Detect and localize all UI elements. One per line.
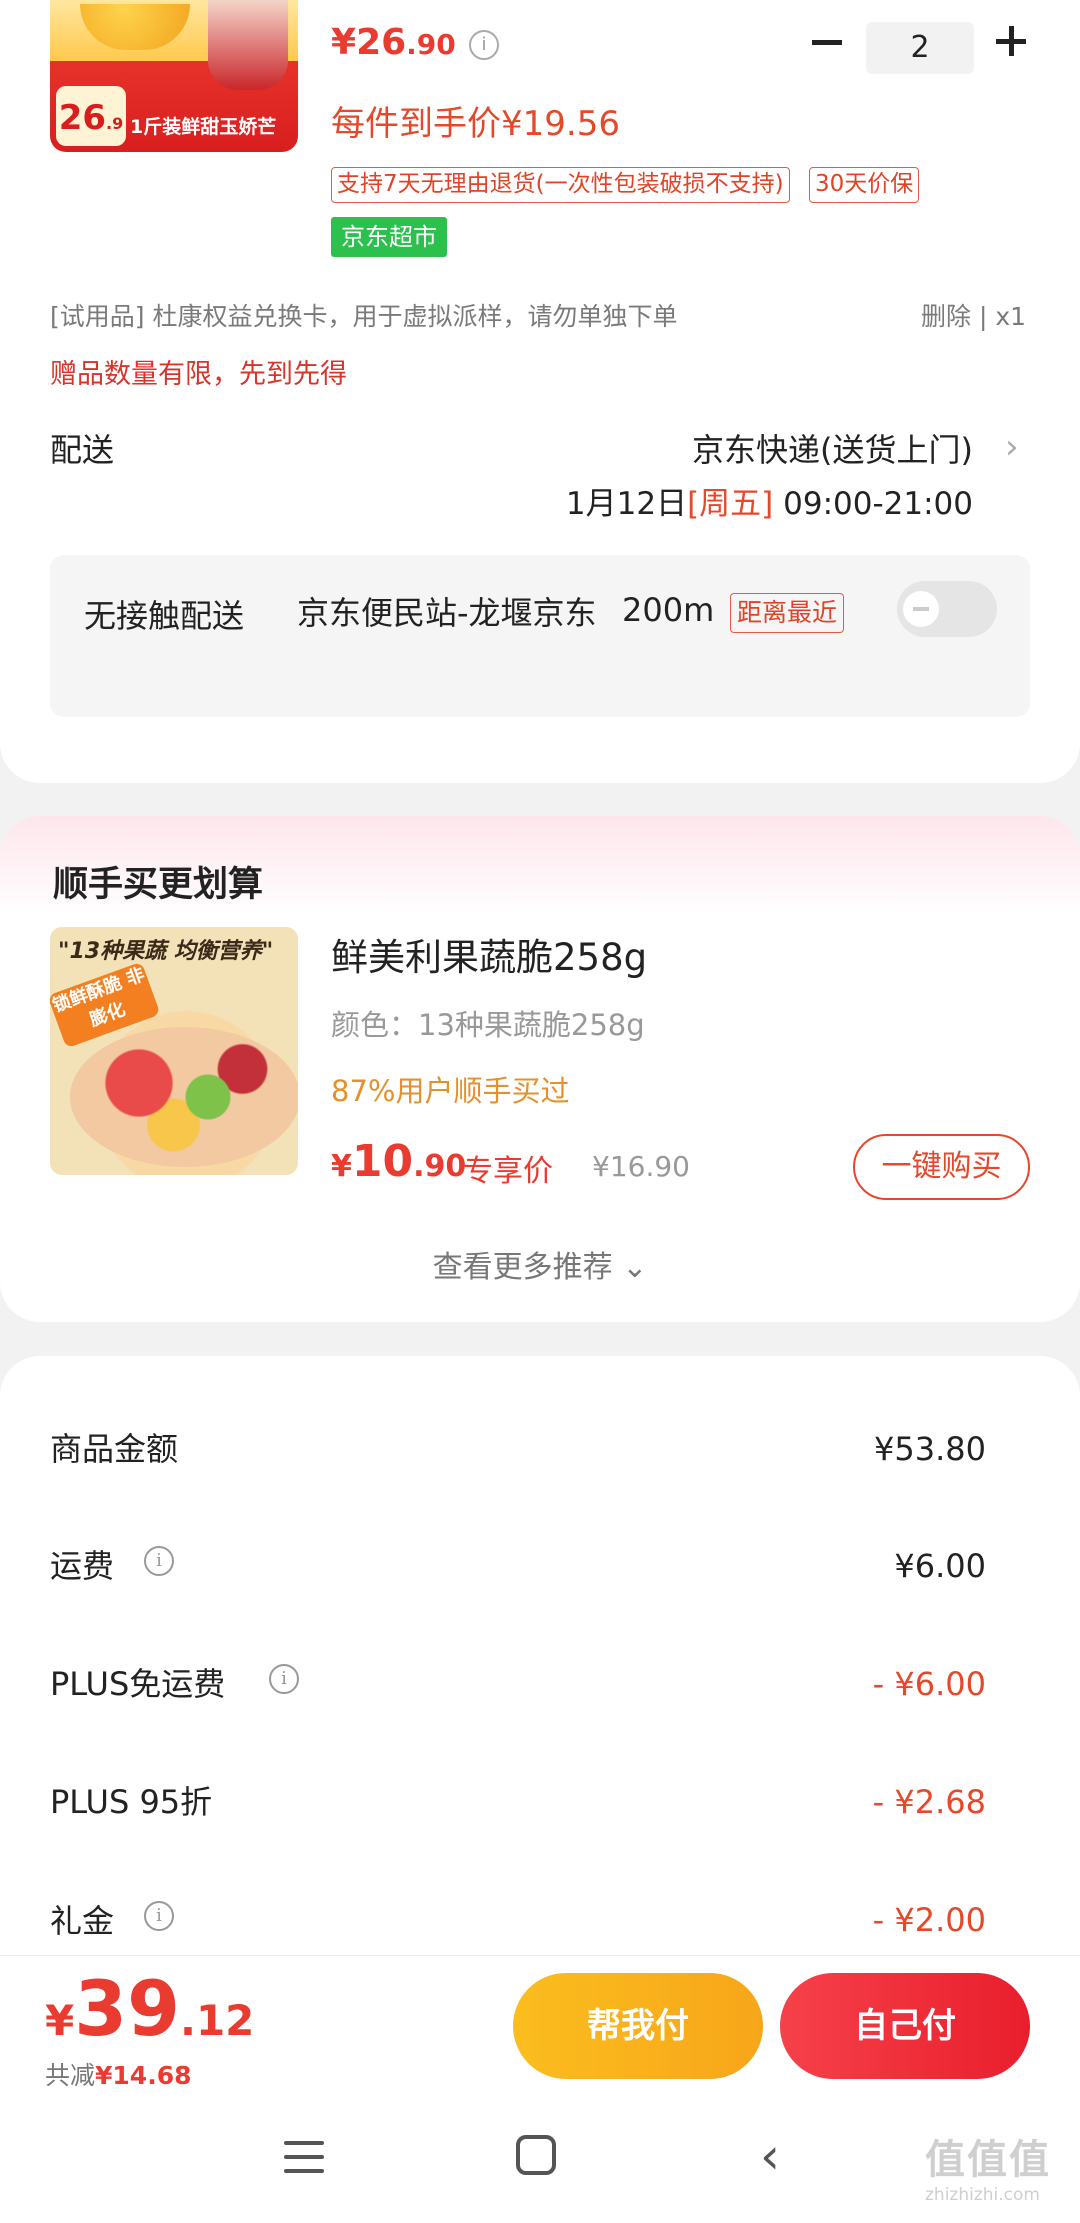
recommend-card: 顺手买更划算 "13种果蔬 均衡营养" 锁鲜酥脆 非膨化 鲜美利果蔬脆258g … [0, 816, 1080, 1322]
recommend-price: ¥10.90 [331, 1136, 467, 1187]
fee-value-plus-free-shipping: - ¥6.00 [872, 1665, 986, 1703]
fee-value-shipping: ¥6.00 [894, 1547, 986, 1585]
gift-credit-info-icon[interactable]: i [144, 1901, 174, 1931]
contactless-delivery-box: 无接触配送 京东便民站-龙堰京东 200m 距离最近 [50, 555, 1030, 717]
product-image[interactable]: 26.9 1斤装鲜甜玉娇芒 [50, 0, 298, 152]
recommend-title: 顺手买更划算 [53, 865, 264, 905]
quantity-input[interactable]: 2 [866, 22, 974, 74]
recommend-product-name[interactable]: 鲜美利果蔬脆258g [331, 927, 647, 981]
help-me-pay-button[interactable]: 帮我付 [513, 1973, 763, 2079]
shipping-info-icon[interactable]: i [144, 1546, 174, 1576]
fee-label-shipping: 运费 [50, 1547, 115, 1585]
fruit-bowl-graphic [70, 1027, 298, 1167]
gift-delete-button[interactable]: 删除 | x1 [921, 297, 1026, 333]
home-icon[interactable] [516, 2135, 556, 2175]
nearest-badge: 距离最近 [730, 593, 845, 633]
delivery-method[interactable]: 京东快递(送货上门) [692, 425, 973, 471]
fee-label-gift-credit: 礼金 [50, 1902, 115, 1940]
more-recommend-link[interactable]: 查看更多推荐 ⌄ [0, 1242, 1080, 1286]
pay-myself-button[interactable]: 自己付 [780, 1973, 1030, 2079]
total-saved: 共减¥14.68 [45, 2061, 192, 2090]
fee-summary-card: 商品金额 ¥53.80 运费 i ¥6.00 PLUS免运费 i - ¥6.00… [0, 1356, 1080, 1976]
total-price: ¥39.12 [45, 1964, 255, 2053]
fee-label-goods: 商品金额 [50, 1430, 179, 1468]
checkout-bar: ¥39.12 共减¥14.68 帮我付 自己付 [0, 1955, 1080, 2105]
quantity-plus-button[interactable] [996, 26, 1026, 56]
price-protect-tag: 30天价保 [809, 167, 920, 203]
recommend-product-spec: 颜色：13种果蔬脆258g [331, 1008, 645, 1042]
gift-limit-note: 赠品数量有限，先到先得 [50, 359, 347, 390]
chevron-right-icon[interactable]: › [1005, 427, 1019, 467]
contactless-toggle[interactable] [897, 581, 997, 637]
recommend-bought-stat: 87%用户顺手买过 [331, 1074, 570, 1108]
endorser-graphic [208, 0, 288, 90]
unit-price: 每件到手价¥19.56 [331, 104, 620, 144]
image-price-badge: 26.9 [56, 86, 126, 146]
delivery-time[interactable]: 1月12日[周五] 09:00-21:00 [566, 478, 973, 523]
back-icon[interactable]: ‹ [760, 2131, 780, 2181]
product-price: ¥26.90 [331, 22, 456, 63]
price-info-icon[interactable]: i [469, 30, 499, 60]
system-nav-bar: ‹ 值值值 zhizhizhi.com [0, 2105, 1080, 2223]
one-click-buy-button[interactable]: 一键购买 [853, 1134, 1030, 1200]
fee-value-plus-discount: - ¥2.68 [872, 1783, 986, 1821]
delivery-label: 配送 [50, 431, 115, 469]
gift-item-text: [试用品] 杜康权益兑换卡，用于虚拟派样，请勿单独下单 [50, 302, 678, 331]
exclusive-price-label: 专享价 [463, 1154, 553, 1189]
original-price: ¥16.90 [592, 1150, 690, 1183]
fee-value-goods: ¥53.80 [874, 1430, 986, 1468]
fee-value-gift-credit: - ¥2.00 [872, 1901, 986, 1939]
watermark-logo: 值值值 [925, 2137, 1051, 2183]
image-caption: "13种果蔬 均衡营养" [58, 939, 274, 964]
recent-apps-icon[interactable] [284, 2141, 324, 2175]
fee-label-plus-free-shipping: PLUS免运费 [50, 1665, 226, 1703]
watermark-url: zhizhizhi.com [925, 2185, 1040, 2205]
plus-shipping-info-icon[interactable]: i [269, 1664, 299, 1694]
order-item-card: 26.9 1斤装鲜甜玉娇芒 ¥26.90 i 2 每件到手价¥19.56 支持7… [0, 0, 1080, 783]
station-distance: 200m [622, 591, 715, 629]
quantity-minus-button[interactable] [812, 40, 842, 45]
contactless-label: 无接触配送 [84, 597, 245, 635]
mango-graphic [80, 4, 190, 50]
store-tag: 京东超市 [331, 217, 447, 257]
return-policy-tag: 支持7天无理由退货(一次性包装破损不支持) [331, 167, 790, 203]
chevron-down-icon: ⌄ [622, 1250, 648, 1285]
fee-label-plus-discount: PLUS 95折 [50, 1783, 213, 1821]
image-slogan: 1斤装鲜甜玉娇芒 [130, 116, 277, 138]
toggle-knob [903, 591, 939, 627]
recommend-product-image[interactable]: "13种果蔬 均衡营养" 锁鲜酥脆 非膨化 [50, 927, 298, 1175]
pickup-station-name: 京东便民站-龙堰京东 [297, 594, 597, 632]
